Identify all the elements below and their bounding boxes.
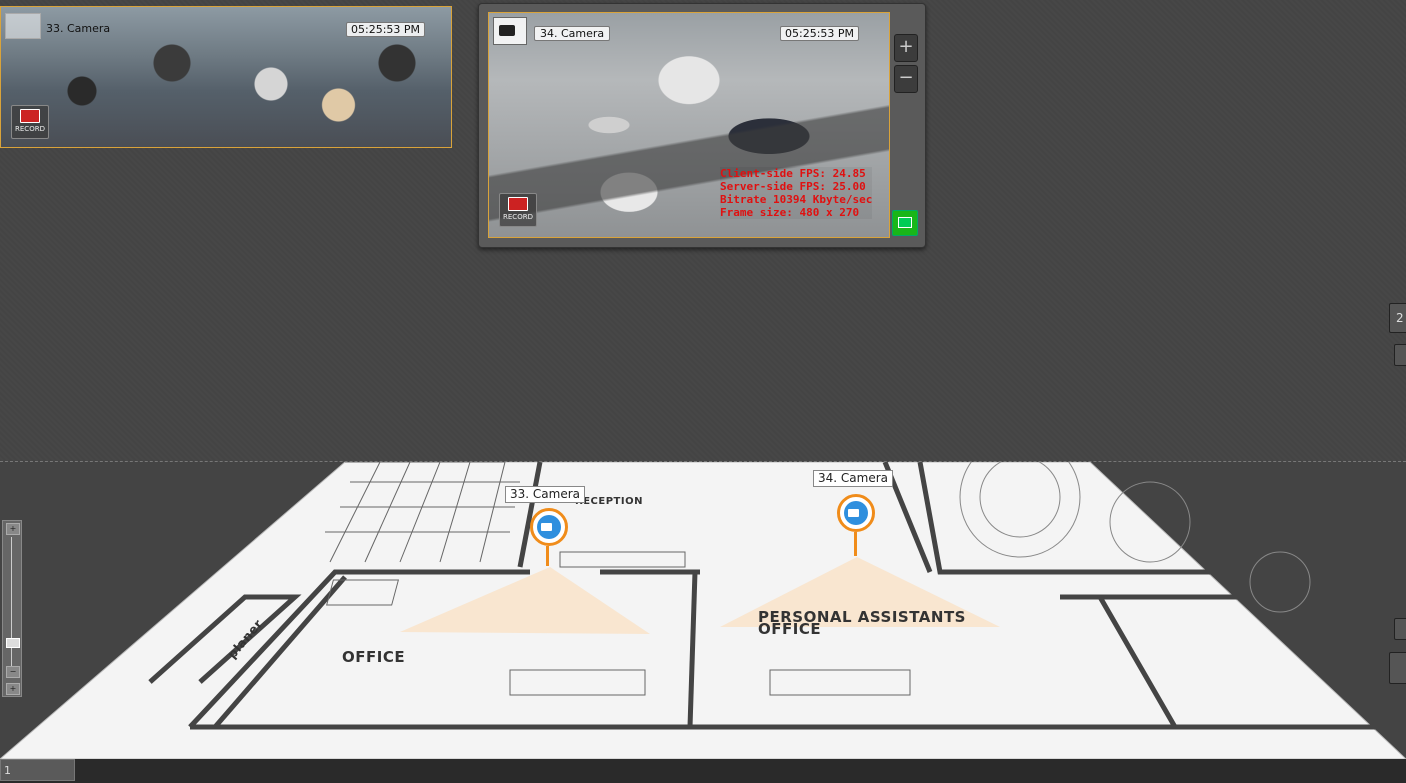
record-button[interactable]: RECORD: [11, 105, 49, 139]
camera-timestamp: 05:25:53 PM: [346, 22, 426, 37]
map-zoom-out-icon[interactable]: −: [6, 666, 20, 678]
monitor-icon[interactable]: [892, 210, 918, 236]
record-label: RECORD: [503, 213, 533, 221]
camera-panel-34[interactable]: 34. Camera 05:25:53 PM Client-side FPS: …: [478, 3, 926, 248]
camera-icon: [5, 13, 41, 39]
frame-size: Frame size: 480 x 270: [720, 206, 860, 219]
client-fps: Client-side FPS: 24.85: [720, 167, 866, 180]
stream-stats: Client-side FPS: 24.85 Server-side FPS: …: [720, 167, 873, 219]
map-camera-pin-34[interactable]: [837, 494, 875, 532]
record-icon: [20, 109, 40, 123]
map-pin-label-33: 33. Camera: [505, 486, 585, 503]
camera-tile-34[interactable]: 34. Camera 05:25:53 PM Client-side FPS: …: [488, 12, 890, 238]
zoom-in-button[interactable]: +: [894, 34, 918, 62]
map-zoom-in-icon[interactable]: +: [6, 523, 20, 535]
room-label-office-2: OFFICE: [758, 620, 822, 638]
record-button[interactable]: RECORD: [499, 193, 537, 227]
map-zoom-slider[interactable]: + − +: [2, 520, 22, 697]
camera-name-label: 34. Camera: [534, 26, 611, 41]
map-fit-icon[interactable]: +: [6, 683, 20, 695]
camera-timestamp: 05:25:53 PM: [780, 26, 860, 41]
scroll-up-button[interactable]: [1394, 344, 1406, 366]
camera-icon: [493, 17, 527, 45]
layout-tabs-bar: 1: [0, 759, 1406, 783]
slider-handle[interactable]: [6, 638, 20, 648]
record-icon: [508, 197, 528, 211]
pin-stem: [854, 532, 857, 556]
floor-plan-map[interactable]: OFFICE PERSONAL ASSISTANTS OFFICE RECEPT…: [0, 436, 1406, 760]
pin-stem: [546, 546, 549, 566]
layout-tab-1[interactable]: 1: [0, 759, 75, 781]
camera-tile-33[interactable]: 33. Camera 05:25:53 PM RECORD: [0, 6, 452, 148]
map-pin-label-34: 34. Camera: [813, 470, 893, 487]
room-label-reception: RECEPTION: [575, 496, 643, 507]
map-camera-pin-33[interactable]: [530, 508, 568, 546]
layout-selector[interactable]: 2: [1389, 303, 1406, 333]
floor-plan-drawing: [0, 436, 1406, 760]
camera-name-label: 33. Camera: [46, 22, 111, 35]
bitrate: Bitrate 10394 Kbyte/sec: [720, 193, 873, 206]
room-label-office: OFFICE: [342, 648, 406, 666]
record-label: RECORD: [15, 125, 45, 133]
zoom-out-button[interactable]: −: [894, 65, 918, 93]
server-fps: Server-side FPS: 25.00: [720, 180, 866, 193]
